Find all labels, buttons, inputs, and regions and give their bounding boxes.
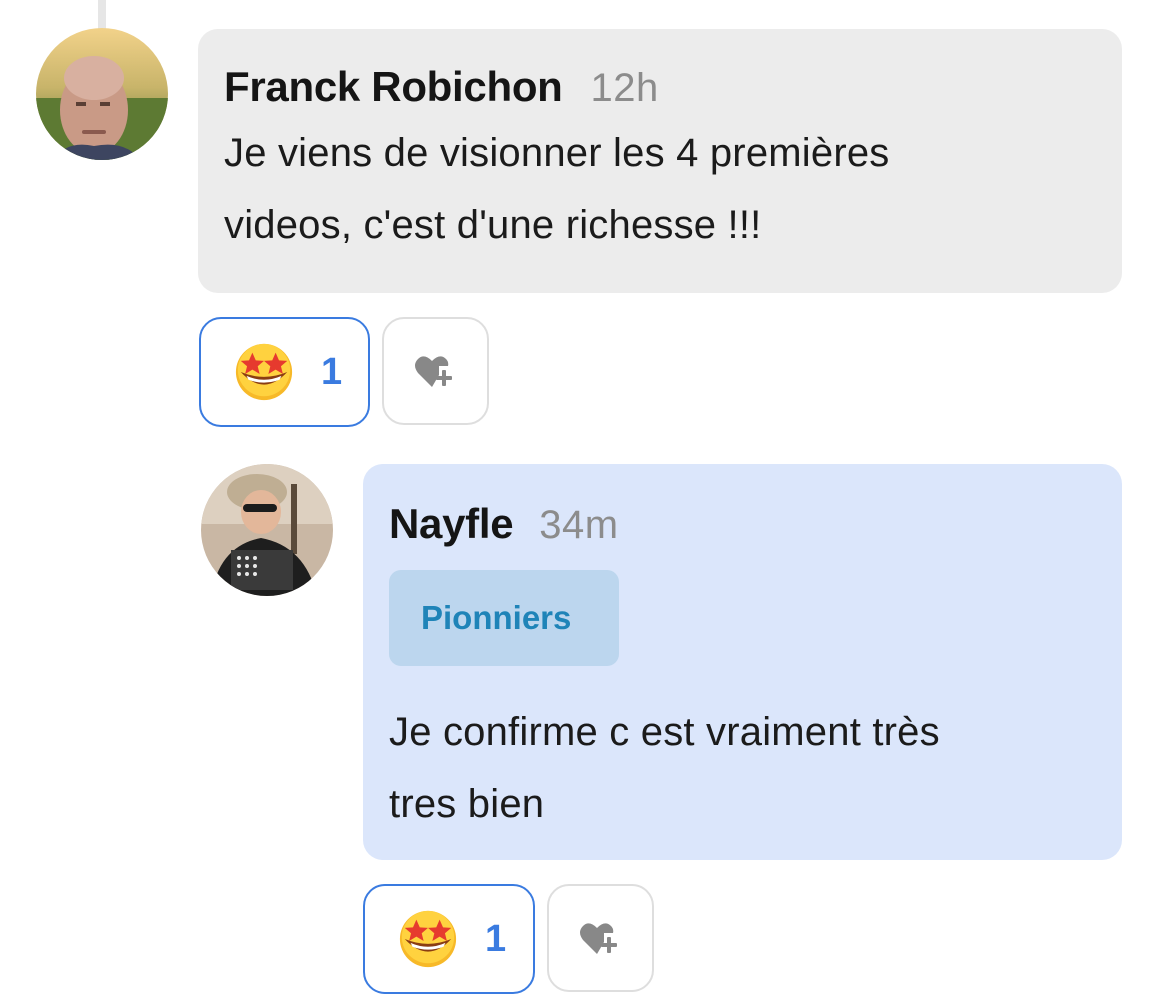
timestamp: 12h xyxy=(590,66,659,110)
member-tag-badge: Pionniers xyxy=(389,570,619,666)
reaction-button[interactable]: 1 xyxy=(199,317,370,427)
comment-text: Je confirme c est vraiment très tres bie… xyxy=(389,696,1096,840)
heart-plus-icon xyxy=(579,923,617,954)
heart-plus-icon xyxy=(414,356,452,387)
star-struck-emoji-icon xyxy=(397,908,459,970)
comment-text-line: videos, c'est d'une richesse !!! xyxy=(224,203,762,247)
star-struck-emoji-icon xyxy=(233,341,295,403)
comment-header: Franck Robichon 12h xyxy=(224,63,1096,113)
thread-line xyxy=(98,0,106,30)
timestamp: 34m xyxy=(539,503,619,547)
avatar[interactable] xyxy=(36,28,168,160)
avatar-image xyxy=(201,464,333,596)
avatar-image xyxy=(36,28,168,160)
comment-text-line: Je viens de visionner les 4 premières xyxy=(224,131,890,175)
add-reaction-button[interactable] xyxy=(382,317,489,425)
avatar[interactable] xyxy=(201,464,333,596)
comment-text-line: Je confirme c est vraiment très xyxy=(389,710,940,754)
author-name[interactable]: Franck Robichon xyxy=(224,63,563,111)
reaction-button[interactable]: 1 xyxy=(363,884,535,994)
add-reaction-button[interactable] xyxy=(547,884,654,992)
reply-bubble: Nayfle 34m Pionniers Je confirme c est v… xyxy=(363,464,1122,860)
comment-text: Je viens de visionner les 4 premières vi… xyxy=(224,117,1096,261)
comment-text-line: tres bien xyxy=(389,782,545,826)
reaction-count: 1 xyxy=(321,350,343,393)
comment-header: Nayfle 34m xyxy=(389,500,1096,550)
author-name[interactable]: Nayfle xyxy=(389,500,514,548)
reaction-count: 1 xyxy=(485,917,507,960)
comment-bubble: Franck Robichon 12h Je viens de visionne… xyxy=(198,29,1122,293)
